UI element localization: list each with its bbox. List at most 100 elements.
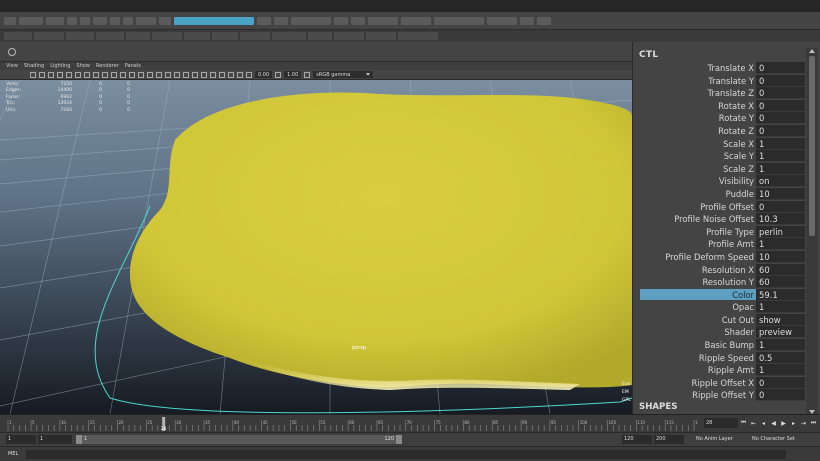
- status-item[interactable]: [351, 16, 365, 25]
- step-back-key-icon[interactable]: ⇤: [750, 419, 757, 427]
- attribute-name[interactable]: Profile Noise Offset: [674, 214, 754, 224]
- exposure-field[interactable]: 0.00: [255, 71, 273, 78]
- shelf-tab[interactable]: [334, 32, 364, 40]
- status-item[interactable]: [368, 16, 398, 25]
- command-input[interactable]: [26, 450, 786, 459]
- isolate-select-icon[interactable]: [210, 71, 216, 78]
- attribute-name[interactable]: Puddle: [726, 189, 754, 199]
- attribute-name[interactable]: Resolution Y: [702, 277, 754, 287]
- attribute-row-profile-deform-speed[interactable]: Profile Deform Speed 10: [633, 250, 805, 264]
- attribute-row-resolution-y[interactable]: Resolution Y 60: [633, 276, 805, 289]
- scroll-up-icon[interactable]: [809, 49, 815, 53]
- status-item[interactable]: [159, 16, 171, 25]
- status-item[interactable]: [274, 16, 288, 25]
- status-item[interactable]: [257, 16, 271, 25]
- attribute-row-opac[interactable]: Opac 1: [633, 301, 805, 314]
- attribute-value-field[interactable]: show: [756, 313, 805, 326]
- bookmark-icon[interactable]: [48, 71, 54, 78]
- attribute-row-puddle[interactable]: Puddle 10: [633, 187, 805, 201]
- attribute-name[interactable]: Color: [732, 290, 754, 300]
- attribute-row-profile-amt[interactable]: Profile Amt 1: [633, 238, 805, 251]
- xray-components-icon[interactable]: [237, 71, 243, 78]
- shelf-tab[interactable]: [152, 32, 182, 40]
- step-forward-frame-icon[interactable]: ▸: [790, 419, 797, 427]
- viewport-menu-shading[interactable]: Shading: [24, 63, 44, 69]
- attribute-value-field[interactable]: 0.5: [756, 351, 805, 364]
- attribute-row-basic-bump[interactable]: Basic Bump 1: [633, 339, 805, 352]
- attribute-value-field[interactable]: 0: [756, 124, 805, 137]
- play-forwards-icon[interactable]: ▶: [780, 419, 787, 427]
- attribute-name[interactable]: Scale Z: [723, 164, 754, 174]
- attribute-value-field[interactable]: 1: [756, 162, 805, 175]
- status-item[interactable]: [434, 16, 484, 25]
- attribute-value-field[interactable]: 1: [756, 339, 805, 352]
- shelf-tab[interactable]: [272, 32, 306, 40]
- attribute-row-scale-y[interactable]: Scale Y1: [633, 150, 805, 163]
- field-chart-icon[interactable]: [102, 71, 108, 78]
- attribute-value-field[interactable]: preview: [756, 326, 805, 339]
- attribute-value-field[interactable]: 0: [756, 74, 805, 87]
- attribute-name[interactable]: Visibility: [719, 176, 754, 186]
- attribute-value-field[interactable]: 1: [756, 301, 805, 314]
- channel-box-scrollbar[interactable]: [806, 48, 818, 416]
- smooth-shade-icon[interactable]: [129, 71, 135, 78]
- attribute-name[interactable]: Scale Y: [724, 151, 754, 161]
- wireframe-icon[interactable]: [120, 71, 126, 78]
- gate-mask-icon[interactable]: [93, 71, 99, 78]
- status-item[interactable]: [520, 16, 534, 25]
- viewport-menu-view[interactable]: View: [6, 63, 18, 69]
- status-item[interactable]: [93, 16, 107, 25]
- attribute-row-translate-z[interactable]: Translate Z0: [633, 87, 805, 100]
- attribute-row-translate-y[interactable]: Translate Y0: [633, 74, 805, 88]
- status-item[interactable]: [291, 16, 331, 25]
- play-backwards-icon[interactable]: ◀: [770, 419, 777, 427]
- anim-end-field[interactable]: 200: [654, 435, 684, 444]
- attribute-value-field[interactable]: 10.3: [756, 213, 805, 226]
- attribute-value-field[interactable]: 1: [756, 364, 805, 377]
- image-plane-icon[interactable]: [57, 71, 63, 78]
- resolution-gate-icon[interactable]: [84, 71, 90, 78]
- attribute-value-field[interactable]: 0: [756, 62, 805, 74]
- shadows-icon[interactable]: [165, 71, 171, 78]
- attribute-name[interactable]: Basic Bump: [705, 340, 754, 350]
- shapes-section-header[interactable]: SHAPES: [639, 402, 677, 412]
- viewport-menu-panels[interactable]: Panels: [125, 63, 141, 69]
- menu-set-selector[interactable]: [174, 16, 254, 25]
- attribute-row-resolution-x[interactable]: Resolution X 60: [633, 263, 805, 277]
- attribute-name[interactable]: Rotate Y: [719, 113, 754, 123]
- motion-blur-icon[interactable]: [183, 71, 189, 78]
- range-end-handle[interactable]: [396, 435, 402, 444]
- exposure-icon[interactable]: [246, 71, 252, 78]
- attribute-row-color[interactable]: Color 59.1: [633, 288, 805, 302]
- time-slider[interactable]: 1 5 10 15 20 25 30 35 40 45 50 55 60 65 70 75 80 85 90 95 10…: [0, 414, 820, 432]
- shelf-tab[interactable]: [66, 32, 94, 40]
- attribute-row-ripple-speed[interactable]: Ripple Speed 0.5: [633, 351, 805, 365]
- time-slider-ticks[interactable]: 1 5 10 15 20 25 30 35 40 45 50 55 60 65 70 75 80 85 90 95 10…: [6, 417, 698, 431]
- depth-of-field-icon[interactable]: [201, 71, 207, 78]
- attribute-value-field[interactable]: 1: [756, 150, 805, 163]
- shelf-tab[interactable]: [366, 32, 396, 40]
- attribute-row-profile-offset[interactable]: Profile Offset 0: [633, 200, 805, 214]
- attribute-name[interactable]: Resolution X: [702, 265, 754, 275]
- attribute-name[interactable]: Profile Offset: [700, 202, 754, 212]
- attribute-row-cut-out[interactable]: Cut Out show: [633, 313, 805, 327]
- attribute-row-shader[interactable]: Shader preview: [633, 326, 805, 339]
- go-to-start-icon[interactable]: ⏮: [740, 419, 747, 427]
- lock-camera-icon[interactable]: [39, 71, 45, 78]
- shelf-settings-icon[interactable]: [8, 48, 16, 56]
- textured-icon[interactable]: [147, 71, 153, 78]
- attribute-name[interactable]: Ripple Speed: [699, 353, 754, 363]
- viewport-menu-show[interactable]: Show: [76, 63, 90, 69]
- viewport-menu-lighting[interactable]: Lighting: [50, 63, 70, 69]
- ambient-occlusion-icon[interactable]: [174, 71, 180, 78]
- attribute-name[interactable]: Ripple Offset Y: [692, 390, 754, 400]
- attribute-value-field[interactable]: 60: [756, 263, 805, 276]
- step-forward-key-icon[interactable]: ⇥: [800, 419, 807, 427]
- step-back-frame-icon[interactable]: ◂: [760, 419, 767, 427]
- attribute-value-field[interactable]: 0: [756, 87, 805, 100]
- xray-joints-icon[interactable]: [228, 71, 234, 78]
- attribute-name[interactable]: Rotate Z: [718, 126, 754, 136]
- status-item[interactable]: [487, 16, 517, 25]
- anti-alias-icon[interactable]: [192, 71, 198, 78]
- scene-view[interactable]: [0, 80, 632, 414]
